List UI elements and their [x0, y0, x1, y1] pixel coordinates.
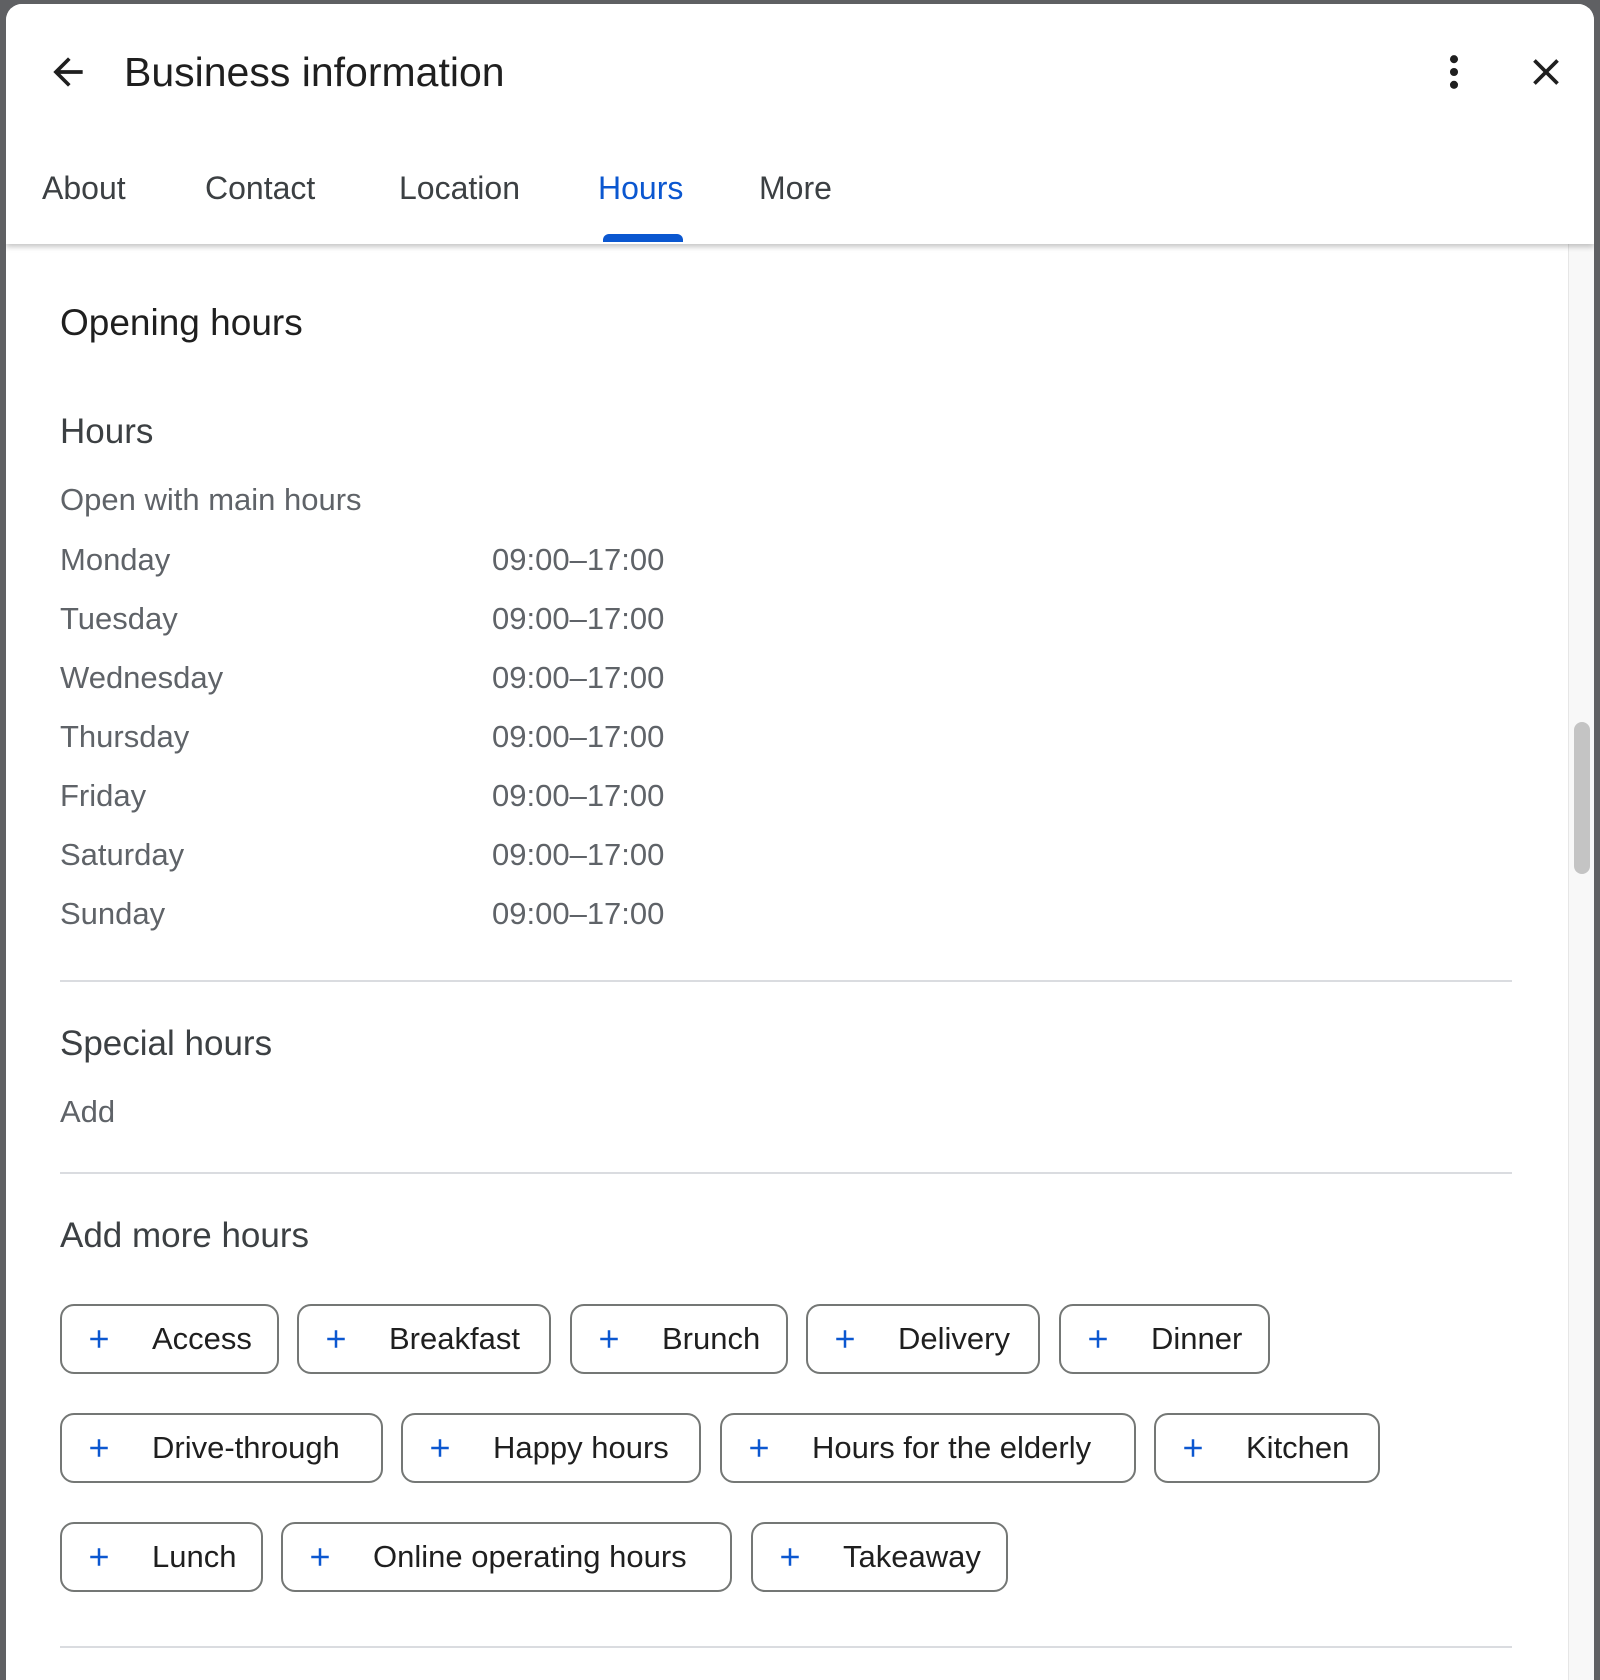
section-divider: [60, 980, 1512, 982]
plus-icon: [305, 1542, 335, 1572]
section-divider: [60, 1172, 1512, 1174]
tab-contact[interactable]: Contact: [205, 168, 315, 208]
more-options-button[interactable]: [1422, 42, 1486, 106]
active-tab-indicator: [603, 234, 683, 242]
plus-icon: [84, 1433, 114, 1463]
day-label: Wednesday: [60, 660, 224, 695]
chip-label: Dinner: [1151, 1321, 1243, 1356]
chip-label: Brunch: [662, 1321, 761, 1356]
add-hours-chip-online[interactable]: Online operating hours: [281, 1522, 732, 1592]
chip-label: Drive-through: [152, 1430, 340, 1465]
plus-icon: [744, 1433, 774, 1463]
special-hours-heading: Special hours: [60, 1024, 273, 1063]
business-info-dialog: Business information About Contact Locat…: [6, 4, 1594, 1680]
time-range: 09:00–17:00: [492, 896, 665, 931]
plus-icon: [321, 1324, 351, 1354]
plus-icon: [1083, 1324, 1113, 1354]
hours-row: Tuesday 09:00–17:00: [60, 601, 760, 641]
add-special-hours-link[interactable]: Add: [60, 1094, 115, 1130]
day-label: Monday: [60, 542, 171, 577]
hours-row: Friday 09:00–17:00: [60, 778, 760, 818]
arrow-back-icon: [46, 50, 90, 99]
plus-icon: [1178, 1433, 1208, 1463]
plus-icon: [84, 1542, 114, 1572]
time-range: 09:00–17:00: [492, 837, 665, 872]
add-more-hours-heading: Add more hours: [60, 1216, 310, 1255]
day-label: Sunday: [60, 896, 166, 931]
hours-row: Wednesday 09:00–17:00: [60, 660, 760, 700]
time-range: 09:00–17:00: [492, 660, 665, 695]
hours-heading: Hours: [60, 412, 154, 451]
add-hours-chip-lunch[interactable]: Lunch: [60, 1522, 263, 1592]
day-label: Tuesday: [60, 601, 178, 636]
time-range: 09:00–17:00: [492, 601, 665, 636]
chip-label: Hours for the elderly: [812, 1430, 1092, 1465]
time-range: 09:00–17:00: [492, 542, 665, 577]
plus-icon: [425, 1433, 455, 1463]
add-hours-chip-drive-through[interactable]: Drive-through: [60, 1413, 383, 1483]
tab-hours[interactable]: Hours: [598, 168, 683, 208]
plus-icon: [594, 1324, 624, 1354]
add-hours-chip-brunch[interactable]: Brunch: [570, 1304, 788, 1374]
add-hours-chip-takeaway[interactable]: Takeaway: [751, 1522, 1008, 1592]
day-label: Friday: [60, 778, 147, 813]
day-label: Thursday: [60, 719, 190, 754]
chip-label: Access: [152, 1321, 252, 1356]
hours-status: Open with main hours: [60, 482, 362, 517]
chip-label: Delivery: [898, 1321, 1010, 1356]
scrollbar-thumb[interactable]: [1574, 722, 1590, 874]
tab-about[interactable]: About: [42, 168, 126, 208]
time-range: 09:00–17:00: [492, 778, 665, 813]
day-label: Saturday: [60, 837, 185, 872]
section-divider: [60, 1646, 1512, 1648]
chip-label: Kitchen: [1246, 1430, 1350, 1465]
plus-icon: [84, 1324, 114, 1354]
chip-label: Breakfast: [389, 1321, 520, 1356]
hours-row: Monday 09:00–17:00: [60, 542, 760, 582]
chip-label: Lunch: [152, 1539, 237, 1574]
plus-icon: [775, 1542, 805, 1572]
add-hours-chip-access[interactable]: Access: [60, 1304, 279, 1374]
add-hours-chip-elderly[interactable]: Hours for the elderly: [720, 1413, 1136, 1483]
chip-label: Online operating hours: [373, 1539, 687, 1574]
chip-label: Takeaway: [843, 1539, 981, 1574]
tab-bar: About Contact Location Hours More: [6, 154, 906, 244]
opening-hours-heading: Opening hours: [60, 302, 303, 343]
scrollbar-track[interactable]: [1568, 244, 1594, 1680]
tab-location[interactable]: Location: [399, 168, 520, 208]
more-vert-icon: [1432, 50, 1476, 99]
add-hours-chip-dinner[interactable]: Dinner: [1059, 1304, 1270, 1374]
dialog-header: Business information About Contact Locat…: [6, 4, 1594, 244]
time-range: 09:00–17:00: [492, 719, 665, 754]
hours-row: Sunday 09:00–17:00: [60, 896, 760, 936]
add-hours-chip-delivery[interactable]: Delivery: [806, 1304, 1040, 1374]
chip-label: Happy hours: [493, 1430, 669, 1465]
tab-more[interactable]: More: [759, 168, 832, 208]
hours-row: Saturday 09:00–17:00: [60, 837, 760, 877]
add-hours-chip-breakfast[interactable]: Breakfast: [297, 1304, 551, 1374]
back-button[interactable]: [36, 42, 100, 106]
add-hours-chip-happy-hours[interactable]: Happy hours: [401, 1413, 701, 1483]
close-icon: [1524, 50, 1568, 99]
close-button[interactable]: [1514, 42, 1578, 106]
dialog-title: Business information: [124, 49, 505, 95]
hours-row: Thursday 09:00–17:00: [60, 719, 760, 759]
dialog-content: Opening hours Hours Open with main hours…: [6, 244, 1594, 1680]
add-hours-chip-kitchen[interactable]: Kitchen: [1154, 1413, 1380, 1483]
plus-icon: [830, 1324, 860, 1354]
